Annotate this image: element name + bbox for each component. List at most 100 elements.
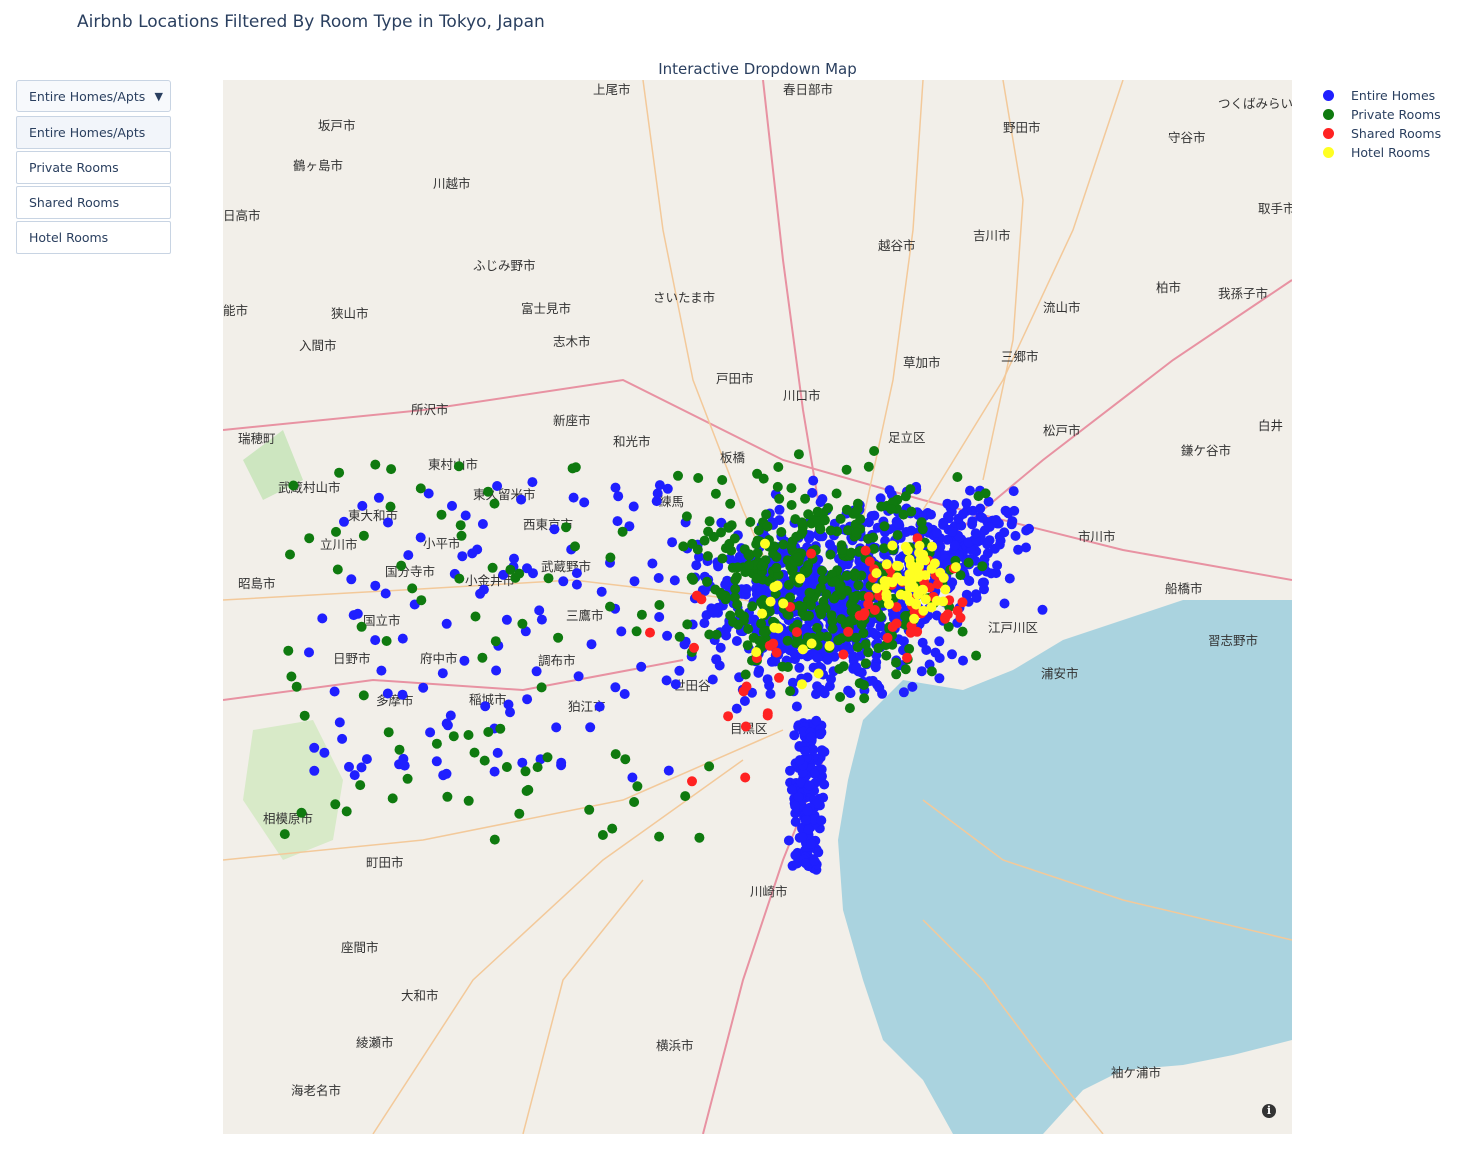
entire-home-point[interactable] — [789, 730, 800, 741]
entire-home-point[interactable] — [380, 588, 391, 599]
entire-home-point[interactable] — [965, 485, 975, 496]
entire-home-point[interactable] — [579, 497, 590, 508]
private-room-point[interactable] — [881, 650, 892, 661]
entire-home-point[interactable] — [517, 757, 528, 768]
hotel-room-point[interactable] — [940, 584, 951, 595]
private-room-point[interactable] — [869, 446, 880, 456]
hotel-room-point[interactable] — [900, 541, 911, 552]
hotel-room-point[interactable] — [918, 584, 928, 595]
private-room-point[interactable] — [296, 807, 307, 818]
private-room-point[interactable] — [702, 551, 713, 562]
private-room-point[interactable] — [636, 609, 647, 620]
entire-home-point[interactable] — [437, 668, 448, 679]
private-room-point[interactable] — [891, 657, 901, 668]
private-room-point[interactable] — [717, 553, 728, 564]
entire-home-point[interactable] — [967, 516, 978, 527]
hotel-room-point[interactable] — [909, 613, 920, 624]
shared-room-point[interactable] — [741, 681, 752, 692]
entire-home-point[interactable] — [898, 687, 909, 698]
shared-room-point[interactable] — [645, 627, 655, 638]
private-room-point[interactable] — [819, 515, 830, 526]
entire-home-point[interactable] — [794, 755, 805, 766]
entire-home-point[interactable] — [875, 621, 886, 632]
entire-home-point[interactable] — [794, 662, 805, 673]
entire-home-point[interactable] — [822, 654, 833, 665]
entire-home-point[interactable] — [774, 504, 785, 515]
shared-room-point[interactable] — [838, 649, 849, 660]
private-room-point[interactable] — [453, 461, 464, 472]
private-room-point[interactable] — [800, 493, 811, 504]
hotel-room-point[interactable] — [908, 582, 919, 593]
shared-room-point[interactable] — [740, 772, 751, 783]
entire-home-point[interactable] — [947, 526, 957, 537]
entire-home-point[interactable] — [596, 586, 607, 597]
entire-home-point[interactable] — [491, 665, 502, 676]
private-room-point[interactable] — [285, 549, 295, 560]
entire-home-point[interactable] — [813, 847, 824, 858]
private-room-point[interactable] — [827, 623, 838, 634]
entire-home-point[interactable] — [397, 633, 408, 644]
private-room-point[interactable] — [762, 521, 773, 532]
private-room-point[interactable] — [288, 480, 299, 491]
entire-home-point[interactable] — [346, 574, 357, 585]
hotel-room-point[interactable] — [806, 638, 817, 649]
private-room-point[interactable] — [856, 619, 867, 630]
private-room-point[interactable] — [607, 823, 618, 834]
entire-home-point[interactable] — [809, 855, 820, 866]
entire-home-point[interactable] — [986, 568, 997, 579]
private-room-point[interactable] — [725, 498, 736, 509]
hotel-room-point[interactable] — [892, 572, 903, 583]
private-room-point[interactable] — [620, 754, 631, 765]
entire-home-point[interactable] — [586, 639, 597, 650]
entire-home-point[interactable] — [549, 524, 560, 535]
shared-room-point[interactable] — [860, 545, 871, 556]
private-room-point[interactable] — [730, 584, 741, 594]
entire-home-point[interactable] — [527, 477, 538, 488]
private-room-point[interactable] — [334, 467, 345, 478]
private-room-point[interactable] — [331, 526, 341, 537]
entire-home-point[interactable] — [893, 518, 904, 529]
entire-home-point[interactable] — [344, 761, 354, 772]
hotel-room-point[interactable] — [797, 679, 807, 690]
shared-room-point[interactable] — [859, 608, 870, 618]
private-room-point[interactable] — [879, 521, 890, 532]
private-room-point[interactable] — [385, 501, 396, 512]
private-room-point[interactable] — [796, 517, 807, 528]
private-room-point[interactable] — [490, 636, 501, 647]
hotel-room-point[interactable] — [772, 580, 783, 591]
private-room-point[interactable] — [716, 590, 727, 601]
private-room-point[interactable] — [454, 573, 465, 584]
entire-home-point[interactable] — [441, 618, 452, 629]
entire-home-point[interactable] — [884, 485, 895, 496]
private-room-point[interactable] — [463, 730, 474, 740]
private-room-point[interactable] — [732, 599, 743, 610]
entire-home-point[interactable] — [459, 655, 470, 666]
private-room-point[interactable] — [814, 604, 825, 615]
private-room-point[interactable] — [710, 488, 721, 499]
entire-home-point[interactable] — [800, 814, 811, 825]
entire-home-point[interactable] — [425, 727, 436, 738]
entire-home-point[interactable] — [613, 491, 624, 502]
legend-item-entire-homes[interactable]: Entire Homes — [1320, 86, 1441, 105]
private-room-point[interactable] — [501, 762, 512, 772]
private-room-point[interactable] — [730, 574, 741, 585]
shared-room-point[interactable] — [843, 626, 854, 637]
entire-home-point[interactable] — [661, 675, 672, 686]
private-room-point[interactable] — [469, 747, 480, 758]
entire-home-point[interactable] — [334, 717, 345, 728]
private-room-point[interactable] — [859, 680, 869, 690]
private-room-point[interactable] — [383, 727, 394, 738]
hotel-room-point[interactable] — [895, 589, 906, 600]
entire-home-point[interactable] — [647, 558, 658, 569]
hotel-room-point[interactable] — [914, 561, 924, 571]
private-room-point[interactable] — [386, 464, 397, 475]
private-room-point[interactable] — [431, 738, 442, 749]
private-room-point[interactable] — [786, 483, 797, 494]
entire-home-point[interactable] — [415, 532, 426, 543]
entire-home-point[interactable] — [472, 544, 483, 555]
private-room-point[interactable] — [776, 527, 787, 537]
entire-home-point[interactable] — [339, 516, 349, 527]
entire-home-point[interactable] — [662, 630, 673, 641]
private-room-point[interactable] — [304, 533, 315, 544]
hotel-room-point[interactable] — [765, 596, 776, 607]
